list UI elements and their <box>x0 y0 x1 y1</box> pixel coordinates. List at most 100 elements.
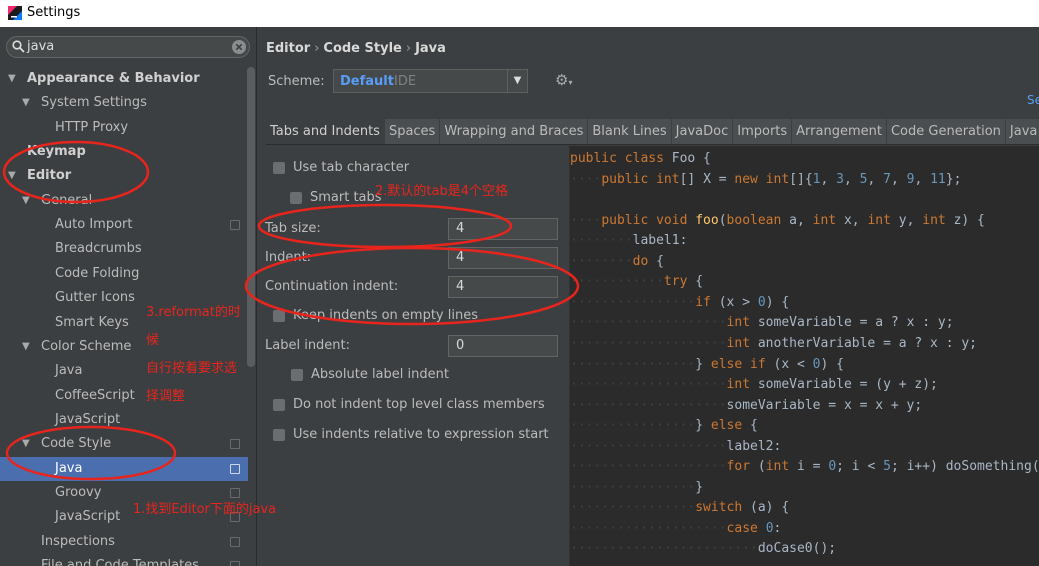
expand-arrow-icon[interactable]: ▼ <box>8 67 16 91</box>
code-token: 0 <box>765 520 774 536</box>
code-token: , <box>867 171 884 187</box>
label-indent-input[interactable]: 0 <box>448 335 558 357</box>
tab-size-input[interactable]: 4 <box>448 218 558 240</box>
sidebar-item-label: System Settings <box>41 95 147 111</box>
code-line: ········do { <box>570 252 664 272</box>
tab-7[interactable]: Code Generation <box>887 119 1006 144</box>
sidebar-item[interactable]: ▼ Appearance & Behavior <box>0 67 248 91</box>
search-field[interactable]: java <box>6 36 250 58</box>
breadcrumb: Editor › Code Style › Java <box>266 41 446 56</box>
sidebar-item[interactable]: Java <box>0 456 248 481</box>
sidebar-item[interactable]: Keymap <box>0 140 248 164</box>
tab-1[interactable]: Spaces <box>385 119 441 144</box>
tab-3[interactable]: Blank Lines <box>588 119 672 144</box>
code-token: (x < <box>773 356 813 372</box>
code-preview: public class Foo {····public int[] X = n… <box>569 146 1039 566</box>
code-token: , <box>914 171 931 187</box>
sidebar-item-label: Java <box>55 460 83 476</box>
code-line: ········label1: <box>570 231 687 251</box>
code-line: ················} <box>570 478 703 498</box>
tab-4[interactable]: JavaDoc <box>672 119 734 144</box>
sidebar-item[interactable]: Auto Import <box>0 213 248 237</box>
sidebar-item[interactable]: ▼ General <box>0 189 248 213</box>
whitespace-marker: ···················· <box>570 520 727 536</box>
tab-2[interactable]: Wrapping and Braces <box>440 119 589 144</box>
checkbox-box[interactable] <box>290 192 302 204</box>
sidebar-item[interactable]: HTTP Proxy <box>0 116 248 140</box>
sidebar-item[interactable]: Code Folding <box>0 262 248 286</box>
sidebar-item[interactable]: CoffeeScript <box>0 384 248 408</box>
project-settings-icon <box>230 561 240 566</box>
tab-8[interactable]: Java EE Na <box>1006 119 1039 144</box>
code-token: switch <box>695 500 751 516</box>
tab-6[interactable]: Arrangement <box>792 119 887 144</box>
checkbox-box[interactable] <box>273 429 285 441</box>
dropdown-arrow-icon[interactable]: ▼ <box>507 70 527 92</box>
sidebar-item[interactable]: ▼ Code Style <box>0 432 248 456</box>
tab-0[interactable]: Tabs and Indents <box>266 119 385 144</box>
code-token: { <box>656 253 664 269</box>
whitespace-marker: ········ <box>570 253 633 269</box>
sidebar-item[interactable]: ▼ Editor <box>0 164 248 188</box>
indent-label: Indent: <box>265 250 312 265</box>
no-indent-top-level-label: Do not indent top level class members <box>293 397 545 412</box>
sidebar-item-label: HTTP Proxy <box>55 119 129 135</box>
whitespace-marker: ···· <box>570 171 602 187</box>
code-token: public class <box>570 151 672 166</box>
expand-arrow-icon[interactable]: ▼ <box>22 335 30 359</box>
code-line: ····················someVariable = x = x… <box>570 396 922 416</box>
annotation-note-1: 1.找到Editor下面的java <box>133 502 277 517</box>
clear-search-icon[interactable] <box>232 40 246 54</box>
code-line: ····················case 0: <box>570 519 781 539</box>
sidebar-scrollbar[interactable] <box>247 67 255 367</box>
code-token: 1 <box>812 171 821 187</box>
sidebar-item-label: Inspections <box>41 533 115 549</box>
whitespace-marker: ············ <box>570 274 664 290</box>
tab-5[interactable]: Imports <box>733 119 793 144</box>
scheme-dropdown[interactable]: Default IDE ▼ <box>333 69 528 93</box>
code-token: case <box>726 520 766 536</box>
sidebar-item[interactable]: ▼ System Settings <box>0 91 248 115</box>
whitespace-marker: ···················· <box>570 335 727 351</box>
sidebar-item[interactable]: Inspections <box>0 530 248 554</box>
set-from-link[interactable]: Se <box>1027 93 1039 107</box>
code-token: a, <box>789 212 813 228</box>
code-token: label2: <box>726 438 782 454</box>
code-token: label1: <box>632 233 688 249</box>
code-token: do <box>632 253 657 269</box>
whitespace-marker: ···················· <box>570 315 727 331</box>
code-token: , <box>820 171 837 187</box>
label-indent-row: Label indent: 0 <box>265 335 560 357</box>
checkbox-box[interactable] <box>273 399 285 411</box>
expand-arrow-icon[interactable]: ▼ <box>22 432 30 456</box>
expand-arrow-icon[interactable]: ▼ <box>22 91 30 115</box>
expand-arrow-icon[interactable]: ▼ <box>8 164 16 188</box>
indent-input[interactable]: 4 <box>448 247 558 269</box>
code-token: } <box>695 479 704 495</box>
continuation-indent-input[interactable]: 4 <box>448 276 558 298</box>
sidebar-item[interactable]: Breadcrumbs <box>0 237 248 261</box>
code-token: try <box>663 274 696 290</box>
checkbox-box[interactable] <box>291 369 303 381</box>
whitespace-marker: ········ <box>570 233 633 249</box>
checkbox-box[interactable] <box>273 310 285 322</box>
expand-arrow-icon[interactable]: ▼ <box>22 189 30 213</box>
code-token: y, <box>898 212 923 228</box>
label-indent-label: Label indent: <box>265 338 351 353</box>
sidebar-item[interactable]: File and Code Templates <box>0 554 248 566</box>
code-token: ) { <box>765 294 790 310</box>
search-input[interactable]: java <box>27 39 54 54</box>
code-line: ····················int someVariable = a… <box>570 313 954 333</box>
code-token: Foo { <box>671 151 711 166</box>
sidebar-item[interactable]: ▼ Color Scheme <box>0 335 248 359</box>
whitespace-marker: ···················· <box>570 377 727 393</box>
breadcrumb-separator: › <box>314 41 320 56</box>
sidebar-item-label: JavaScript <box>55 411 121 427</box>
code-token: int <box>765 459 797 475</box>
checkbox-box[interactable] <box>273 162 285 174</box>
code-token: int <box>726 377 758 393</box>
scheme-label: Scheme: <box>268 74 325 89</box>
code-token: { <box>750 418 758 434</box>
gear-icon[interactable]: ⚙▾ <box>555 71 572 89</box>
sidebar-item[interactable]: JavaScript <box>0 408 248 432</box>
